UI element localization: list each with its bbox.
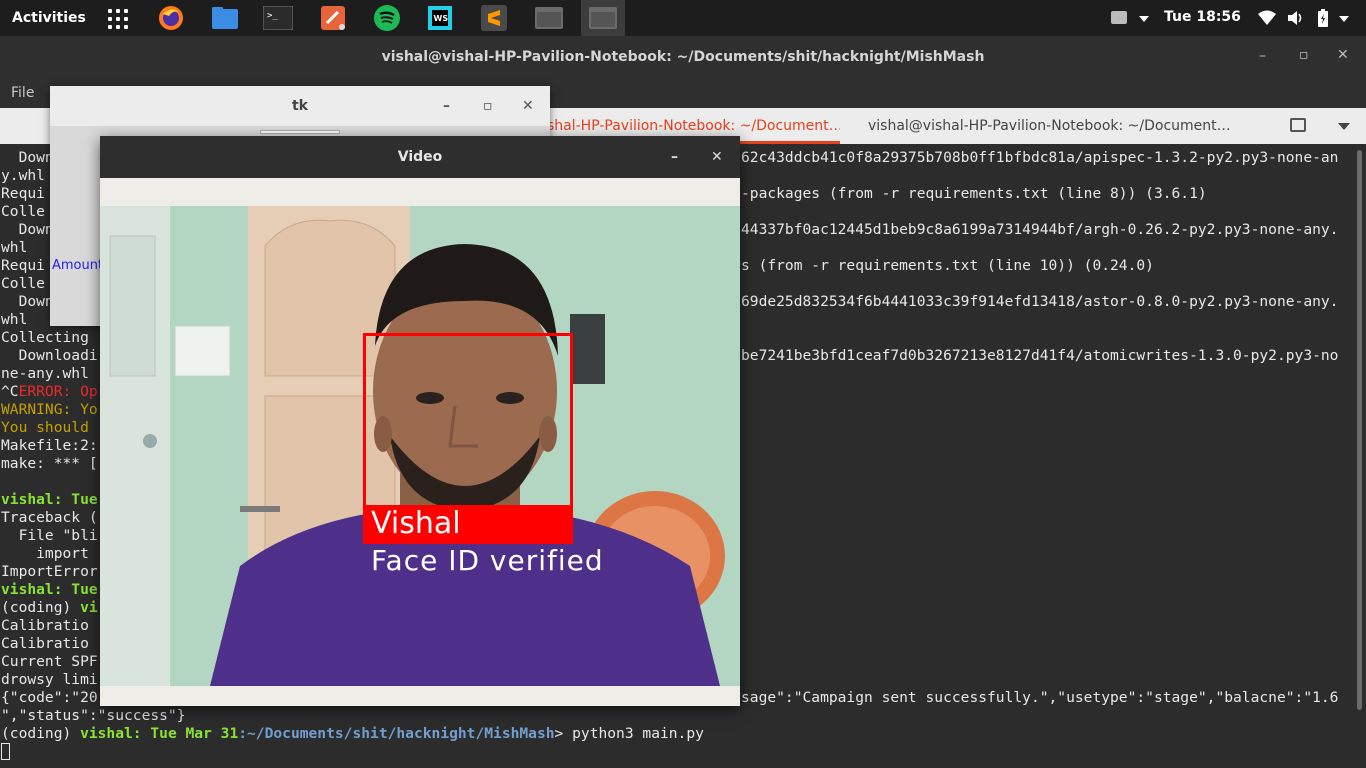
terminal-line: File "bli	[1, 527, 98, 544]
terminal-line: Down	[1, 221, 54, 238]
terminal-line: Traceback (	[1, 509, 98, 526]
battery-icon[interactable]	[1317, 9, 1329, 31]
terminal-line: Calibratio	[1, 617, 89, 634]
terminal-line: Calibratio	[1, 635, 89, 652]
terminal-line: 62c43ddcb41c0f8a29375b708b0ff1bfbdc81a/a…	[741, 149, 1339, 166]
warning-line: WARNING: Yo	[1, 401, 98, 418]
clock[interactable]: Tue 18:56	[1164, 9, 1241, 25]
terminal-line: ImportError	[1, 563, 98, 580]
face-detection-box	[363, 333, 573, 508]
terminal-scrollbar[interactable]	[1357, 150, 1362, 710]
video-title: Video	[397, 149, 443, 165]
terminal-line: (coding) vi	[1, 599, 98, 616]
terminal-line: Colle	[1, 275, 45, 292]
terminal-line: Collecting	[1, 329, 89, 346]
amount-input[interactable]	[260, 130, 340, 134]
postman-icon[interactable]	[318, 3, 348, 33]
screen-icon[interactable]	[1111, 11, 1127, 24]
close-icon[interactable]: ✕	[711, 136, 723, 178]
terminal-line: whl	[1, 311, 28, 328]
terminal-line: Colle	[1, 203, 45, 220]
sublime-icon[interactable]	[479, 3, 509, 33]
face-status-label: Face ID verified	[371, 544, 604, 577]
terminal-line: s (from -r requirements.txt (line 10)) (…	[741, 257, 1154, 274]
volume-icon[interactable]	[1287, 10, 1305, 30]
wifi-icon[interactable]	[1258, 10, 1276, 30]
warning-line: You should	[1, 419, 89, 436]
video-window[interactable]: Video – ✕ Vishal Face ID verified	[100, 136, 740, 706]
terminal-line: 69de25d832534f6b4441033c39f914efd13418/a…	[741, 293, 1339, 310]
tab-2[interactable]: vishal@vishal-HP-Pavilion-Notebook: ~/Do…	[868, 108, 1231, 144]
minimize-icon[interactable]: –	[1259, 48, 1266, 64]
terminal-line: sage":"Campaign sent successfully.","use…	[741, 689, 1339, 706]
amount-label: Amount	[52, 258, 104, 273]
terminal-line: import	[1, 545, 98, 562]
terminal-icon[interactable]: >_	[263, 3, 293, 33]
terminal-line: ^CERROR: Op	[1, 383, 98, 401]
show-applications-icon[interactable]	[108, 9, 128, 29]
terminal-line: be7241be3bfd1ceaf7d0b3267213e8127d41f4/a…	[741, 347, 1339, 364]
terminal-cursor	[1, 743, 10, 761]
menu-file[interactable]: File	[11, 85, 34, 101]
terminal-line: whl	[1, 239, 28, 256]
tk-titlebar: tk – ▫ ✕	[50, 86, 550, 126]
face-name-label: Vishal	[371, 506, 461, 541]
terminal-line: Down	[1, 293, 54, 310]
spotify-icon[interactable]	[372, 3, 402, 33]
terminal-titlebar: vishal@vishal-HP-Pavilion-Notebook: ~/Do…	[0, 36, 1366, 78]
window-icon[interactable]	[588, 3, 618, 33]
maximize-icon[interactable]: ▫	[1299, 47, 1309, 63]
webcam-feed: Vishal Face ID verified	[100, 206, 740, 686]
ctrl-c-text: ^C	[1, 383, 19, 400]
terminal-line: 44337bf0ac12445d1beb9c8a6199a7314944bf/a…	[741, 221, 1339, 238]
firefox-icon[interactable]	[156, 3, 186, 33]
terminal-line: Down	[1, 149, 54, 166]
svg-text:>_: >_	[267, 11, 278, 21]
prompt-line: (coding) vishal: Tue Mar 31:~/Documents/…	[1, 725, 704, 742]
terminal-title: vishal@vishal-HP-Pavilion-Notebook: ~/Do…	[381, 49, 985, 65]
close-icon[interactable]: ✕	[522, 86, 534, 126]
prompt-line: vishal: Tue	[1, 581, 98, 598]
files-icon[interactable]	[210, 3, 240, 33]
close-icon[interactable]: ✕	[1337, 47, 1349, 63]
terminal-line: ne-any.whl	[1, 365, 89, 382]
tab-menu-chevron-icon[interactable]	[1338, 123, 1350, 130]
window-icon[interactable]	[534, 3, 564, 33]
terminal-line: -packages (from -r requirements.txt (lin…	[741, 185, 1207, 202]
activities-button[interactable]: Activities	[0, 10, 100, 26]
terminal-line: {"code":"20	[1, 689, 98, 706]
terminal-line: Requi	[1, 257, 45, 274]
tk-title: tk	[291, 98, 308, 114]
webstorm-icon[interactable]: WS	[425, 3, 455, 33]
terminal-line: drowsy limi	[1, 671, 98, 688]
top-panel: Activities >_ WS Tue 18:56	[0, 0, 1366, 36]
terminal-line: Downloadi	[1, 347, 98, 364]
video-titlebar: Video – ✕	[100, 136, 740, 178]
terminal-line: make: *** [	[1, 455, 98, 472]
terminal-line: Current SPF	[1, 653, 98, 670]
maximize-icon[interactable]: ▫	[483, 86, 493, 126]
chevron-down-icon[interactable]	[1139, 16, 1149, 22]
terminal-line: y.whl	[1, 167, 45, 184]
svg-text:WS: WS	[434, 14, 449, 23]
terminal-line: Makefile:2:	[1, 437, 98, 454]
new-tab-icon[interactable]	[1290, 118, 1306, 132]
terminal-line: ","status":"success"}	[1, 707, 186, 724]
prompt-line: vishal: Tue	[1, 491, 98, 508]
minimize-icon[interactable]: –	[671, 136, 678, 178]
minimize-icon[interactable]: –	[443, 86, 450, 126]
system-menu-arrow-icon[interactable]	[1339, 16, 1349, 22]
terminal-line: Requi	[1, 185, 45, 202]
error-text: ERROR: Op	[18, 383, 98, 400]
